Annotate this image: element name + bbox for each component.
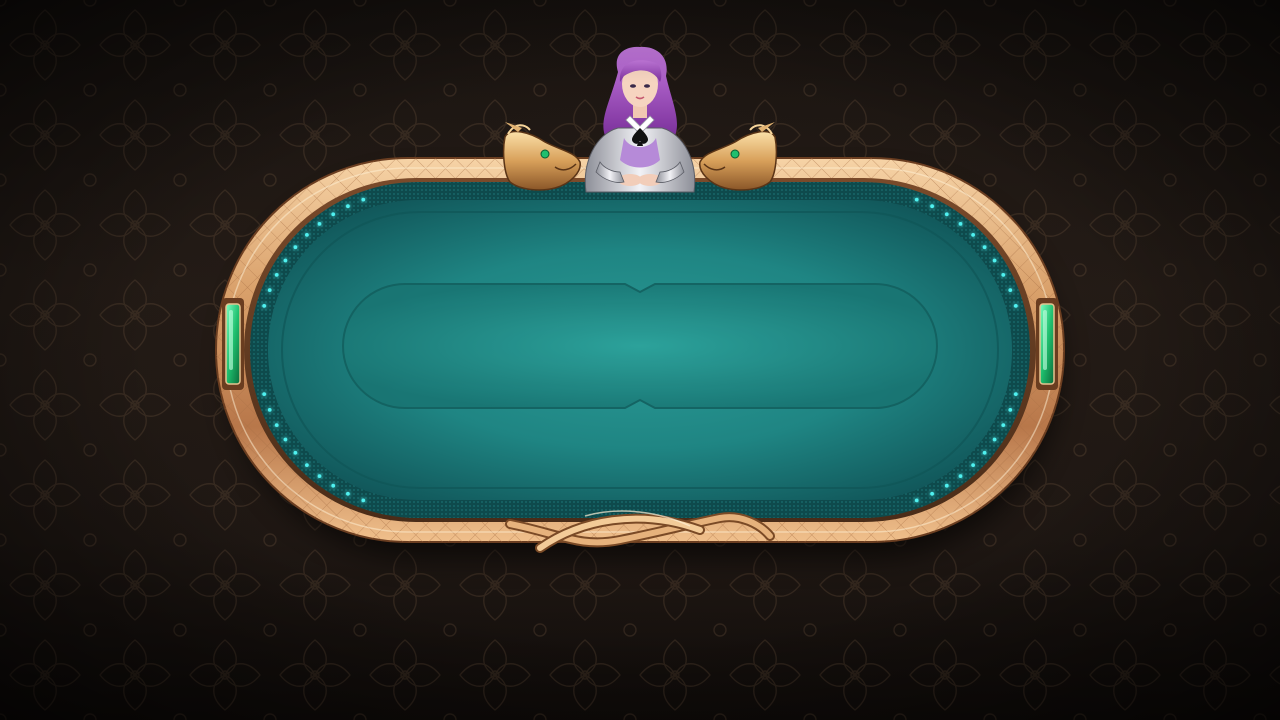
led-light <box>361 498 366 503</box>
led-light <box>317 222 322 226</box>
led-light <box>930 204 934 209</box>
led-light <box>944 212 949 217</box>
led-light <box>1013 392 1018 396</box>
led-light <box>262 392 267 396</box>
led-light <box>1001 273 1006 277</box>
led-light <box>274 273 279 277</box>
dealer-figure <box>502 46 778 193</box>
led-light <box>992 258 997 263</box>
led-light <box>283 437 288 442</box>
led-light <box>305 233 309 237</box>
led-light <box>1008 408 1013 412</box>
center-betting-area <box>342 283 938 409</box>
led-light <box>958 222 963 226</box>
led-light <box>982 450 987 455</box>
dragon-head-right-icon <box>699 122 778 191</box>
led-light <box>293 245 298 250</box>
led-light <box>1001 423 1006 427</box>
led-light <box>346 491 350 496</box>
led-light <box>914 498 919 503</box>
led-light <box>293 450 298 455</box>
led-light <box>317 474 322 478</box>
game-scene <box>0 0 1280 720</box>
led-light <box>982 245 987 250</box>
led-light <box>992 437 997 442</box>
led-light <box>914 197 919 202</box>
led-light <box>331 212 336 217</box>
led-light <box>958 474 963 478</box>
led-light <box>262 304 267 308</box>
led-light <box>971 233 975 237</box>
led-light <box>346 204 350 209</box>
led-light <box>283 258 288 263</box>
dealer-avatar <box>584 46 696 193</box>
led-light <box>361 197 366 202</box>
led-light <box>267 288 272 292</box>
led-light <box>274 423 279 427</box>
led-light <box>930 491 934 496</box>
led-light <box>1008 288 1013 292</box>
led-light <box>971 463 975 467</box>
led-light <box>305 463 309 467</box>
led-light <box>944 483 949 488</box>
left-gem-icon <box>222 298 244 390</box>
dragon-head-left-icon <box>502 122 581 191</box>
right-gem-icon <box>1036 298 1058 390</box>
led-light <box>1013 304 1018 308</box>
led-light <box>331 483 336 488</box>
led-light <box>267 408 272 412</box>
